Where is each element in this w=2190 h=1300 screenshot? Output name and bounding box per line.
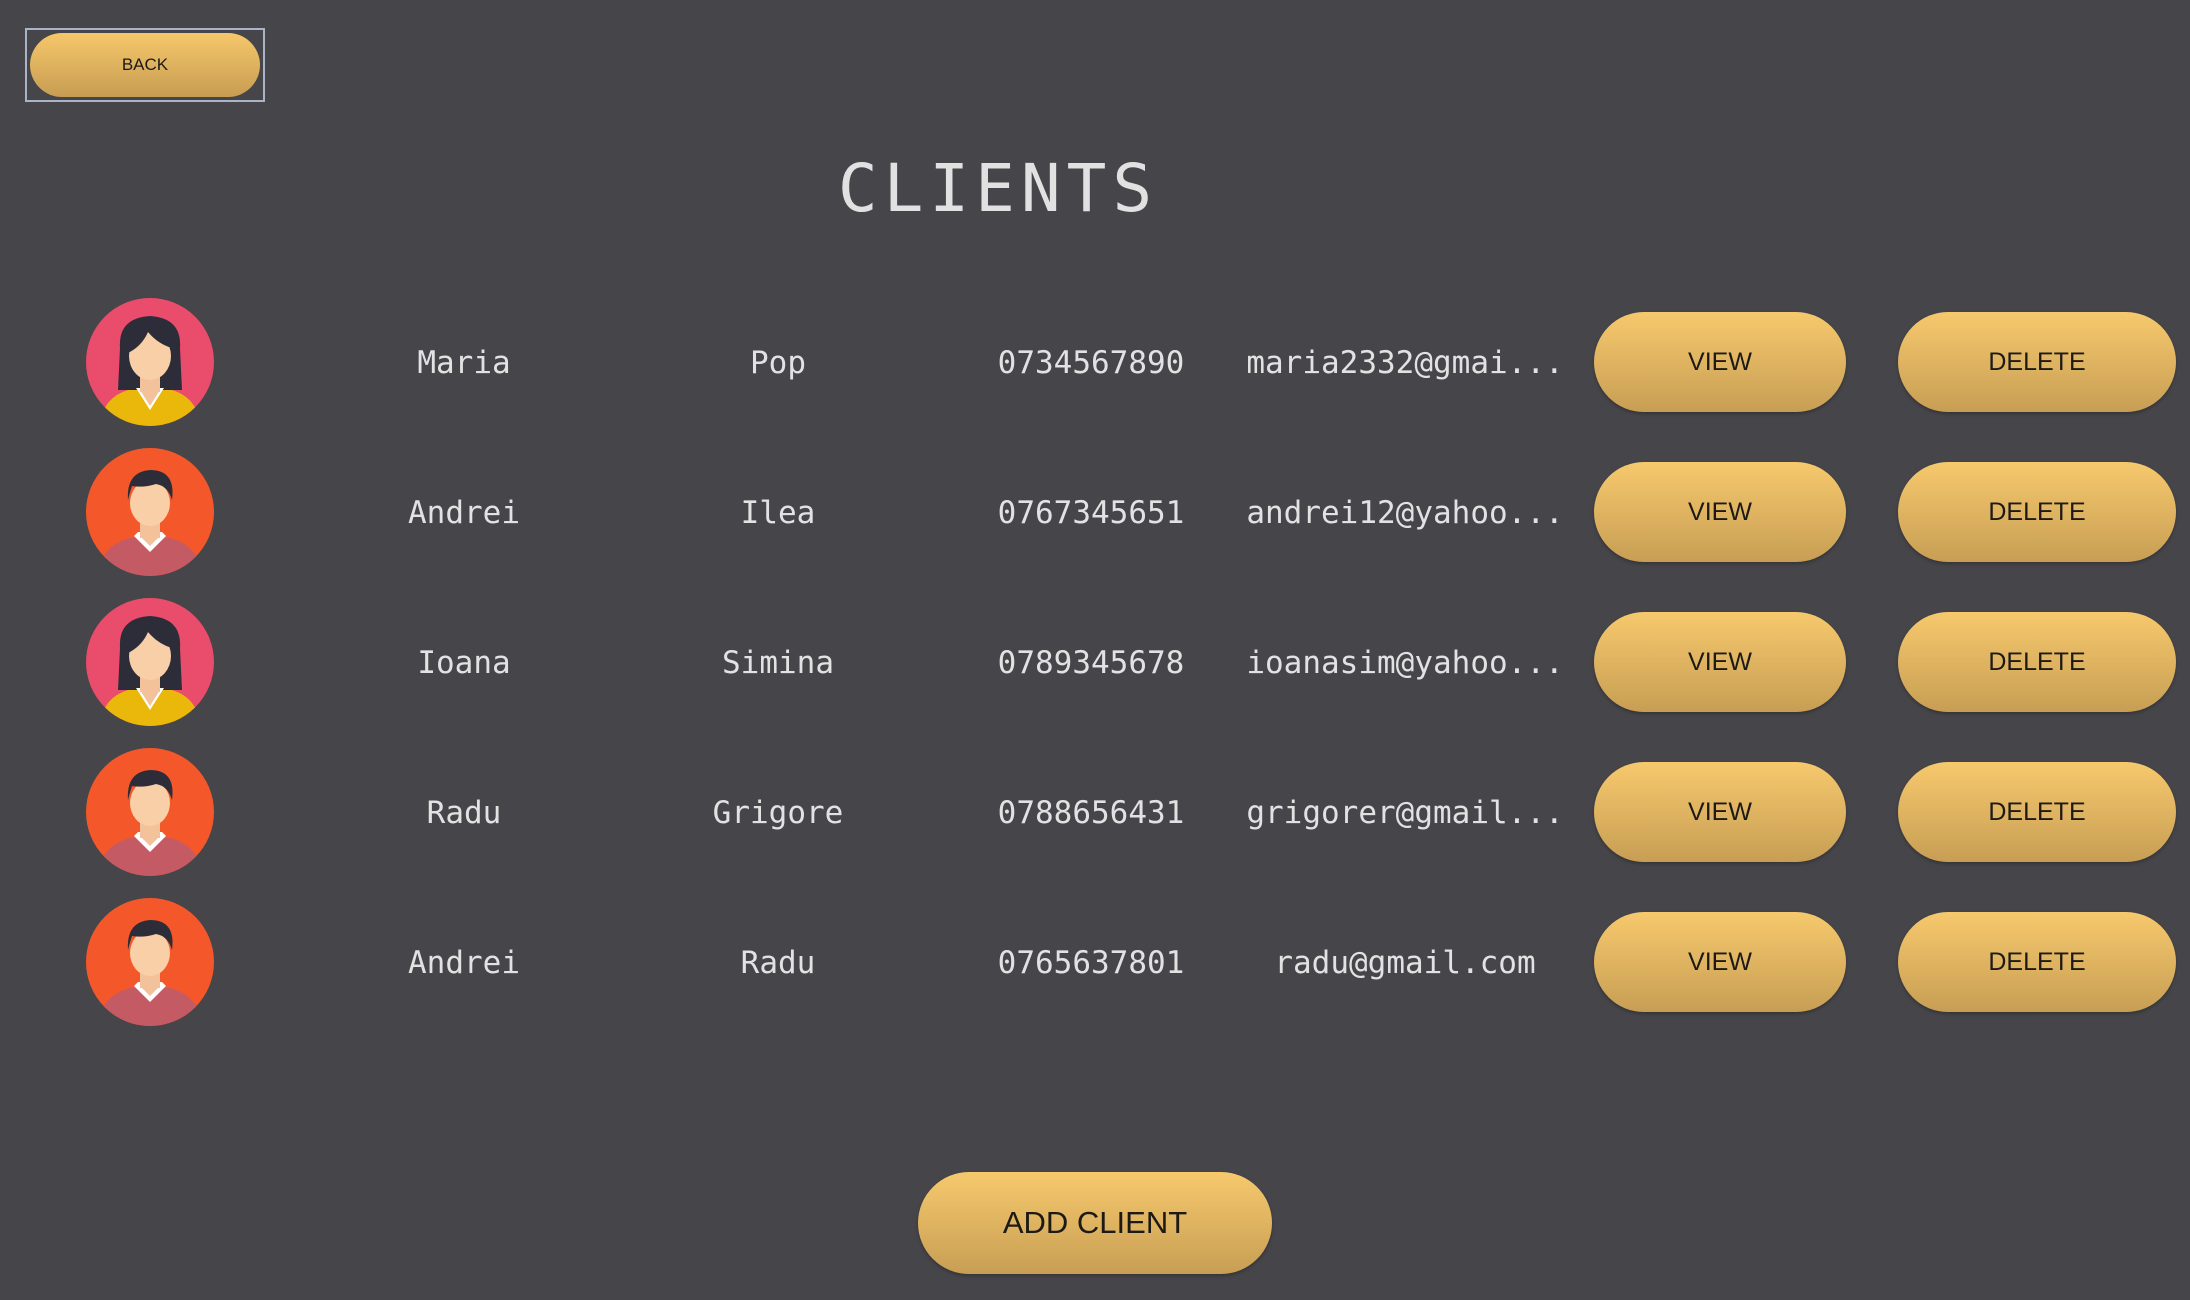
- delete-client-button[interactable]: DELETE: [1898, 312, 2176, 412]
- client-email: maria2332@gmai...: [1246, 345, 1564, 381]
- delete-client-button[interactable]: DELETE: [1898, 462, 2176, 562]
- female-avatar-icon: [86, 298, 214, 426]
- client-phone: 0734567890: [997, 345, 1185, 381]
- back-button-label: BACK: [30, 33, 260, 97]
- view-client-button[interactable]: VIEW: [1594, 912, 1846, 1012]
- client-first-name: Andrei: [408, 945, 520, 981]
- male-avatar-icon: [86, 448, 214, 576]
- view-client-button[interactable]: VIEW: [1594, 612, 1846, 712]
- client-row: Radu Grigore 0788656431 grigorer@gmail..…: [0, 748, 2190, 878]
- client-row: Maria Pop 0734567890 maria2332@gmai... V…: [0, 298, 2190, 428]
- view-client-button[interactable]: VIEW: [1594, 462, 1846, 562]
- client-row: Andrei Radu 0765637801 radu@gmail.com VI…: [0, 898, 2190, 1028]
- client-first-name: Maria: [417, 345, 511, 381]
- back-button[interactable]: BACK: [25, 28, 265, 102]
- delete-client-button[interactable]: DELETE: [1898, 912, 2176, 1012]
- view-client-button[interactable]: VIEW: [1594, 312, 1846, 412]
- client-last-name: Pop: [750, 345, 806, 381]
- client-last-name: Simina: [722, 645, 834, 681]
- delete-client-button[interactable]: DELETE: [1898, 762, 2176, 862]
- client-last-name: Grigore: [712, 795, 844, 831]
- client-email: grigorer@gmail...: [1246, 795, 1564, 831]
- client-last-name: Radu: [740, 945, 816, 981]
- client-phone: 0789345678: [997, 645, 1185, 681]
- add-client-button[interactable]: ADD CLIENT: [918, 1172, 1272, 1274]
- client-email: andrei12@yahoo...: [1246, 495, 1564, 531]
- client-phone: 0788656431: [997, 795, 1185, 831]
- client-email: radu@gmail.com: [1274, 945, 1536, 981]
- male-avatar-icon: [86, 748, 214, 876]
- client-phone: 0767345651: [997, 495, 1185, 531]
- client-last-name: Ilea: [740, 495, 816, 531]
- client-row: Andrei Ilea 0767345651 andrei12@yahoo...…: [0, 448, 2190, 578]
- client-email: ioanasim@yahoo...: [1246, 645, 1564, 681]
- client-first-name: Andrei: [408, 495, 520, 531]
- male-avatar-icon: [86, 898, 214, 1026]
- view-client-button[interactable]: VIEW: [1594, 762, 1846, 862]
- delete-client-button[interactable]: DELETE: [1898, 612, 2176, 712]
- client-row: Ioana Simina 0789345678 ioanasim@yahoo..…: [0, 598, 2190, 728]
- client-first-name: Ioana: [417, 645, 511, 681]
- page-title: CLIENTS: [837, 150, 1159, 227]
- client-first-name: Radu: [426, 795, 502, 831]
- female-avatar-icon: [86, 598, 214, 726]
- client-phone: 0765637801: [997, 945, 1185, 981]
